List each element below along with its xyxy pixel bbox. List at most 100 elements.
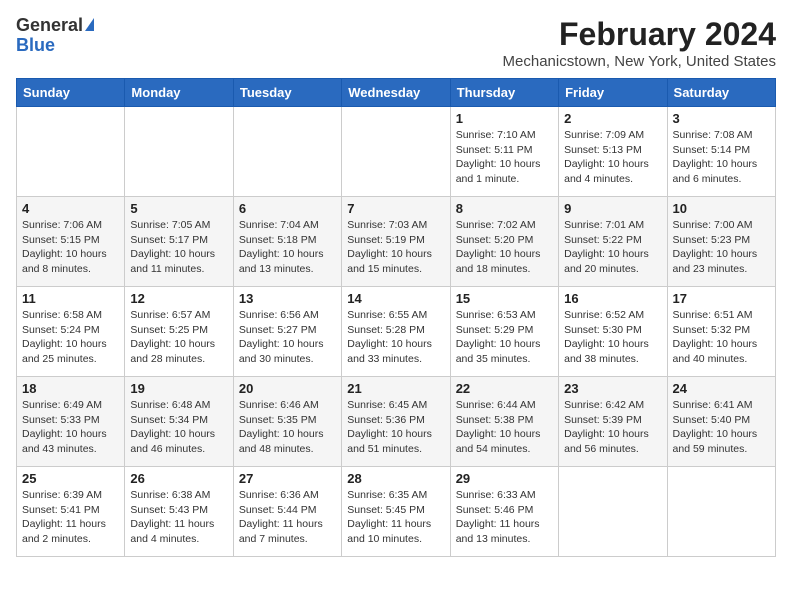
day-info: Sunrise: 6:41 AMSunset: 5:40 PMDaylight:… (673, 398, 770, 457)
logo: General Blue (16, 16, 94, 56)
location-subtitle: Mechanicstown, New York, United States (503, 53, 776, 70)
calendar-cell (667, 467, 775, 557)
day-number: 17 (673, 291, 770, 306)
calendar-cell: 6Sunrise: 7:04 AMSunset: 5:18 PMDaylight… (233, 197, 341, 287)
day-number: 19 (130, 381, 227, 396)
day-number: 13 (239, 291, 336, 306)
calendar-cell: 1 Sunrise: 7:10 AMSunset: 5:11 PMDaylight… (450, 107, 558, 197)
calendar-cell: 2 Sunrise: 7:09 AMSunset: 5:13 PMDaylight… (559, 107, 667, 197)
day-number: 4 (22, 201, 119, 216)
day-number: 9 (564, 201, 661, 216)
title-area: February 2024 Mechanicstown, New York, U… (503, 16, 776, 70)
weekday-header-saturday: Saturday (667, 79, 775, 107)
day-number: 12 (130, 291, 227, 306)
day-number: 3 (673, 111, 770, 126)
day-number: 27 (239, 471, 336, 486)
week-row-2: 4 Sunrise: 7:06 AMSunset: 5:15 PMDaylight… (17, 197, 776, 287)
day-info: Sunrise: 7:05 AMSunset: 5:17 PMDaylight:… (130, 218, 227, 277)
day-info: Sunrise: 6:52 AMSunset: 5:30 PMDaylight:… (564, 308, 661, 367)
calendar-cell: 16 Sunrise: 6:52 AMSunset: 5:30 PMDayligh… (559, 287, 667, 377)
day-number: 8 (456, 201, 553, 216)
day-info: Sunrise: 7:01 AMSunset: 5:22 PMDaylight:… (564, 218, 661, 277)
page-header: General Blue February 2024 Mechanicstown… (16, 16, 776, 70)
day-info: Sunrise: 7:09 AMSunset: 5:13 PMDaylight:… (564, 128, 661, 187)
calendar-cell: 23 Sunrise: 6:42 AMSunset: 5:39 PMDayligh… (559, 377, 667, 467)
calendar-cell: 13 Sunrise: 6:56 AMSunset: 5:27 PMDayligh… (233, 287, 341, 377)
calendar-cell: 7 Sunrise: 7:03 AMSunset: 5:19 PMDaylight… (342, 197, 450, 287)
calendar-cell: 26Sunrise: 6:38 AMSunset: 5:43 PMDayligh… (125, 467, 233, 557)
week-row-3: 11Sunrise: 6:58 AMSunset: 5:24 PMDayligh… (17, 287, 776, 377)
calendar-cell: 19 Sunrise: 6:48 AMSunset: 5:34 PMDayligh… (125, 377, 233, 467)
calendar-cell: 12 Sunrise: 6:57 AMSunset: 5:25 PMDayligh… (125, 287, 233, 377)
day-info: Sunrise: 7:06 AMSunset: 5:15 PMDaylight:… (22, 218, 119, 277)
calendar-cell: 10 Sunrise: 7:00 AMSunset: 5:23 PMDayligh… (667, 197, 775, 287)
calendar-cell: 5Sunrise: 7:05 AMSunset: 5:17 PMDaylight… (125, 197, 233, 287)
calendar-cell: 18Sunrise: 6:49 AMSunset: 5:33 PMDayligh… (17, 377, 125, 467)
day-info: Sunrise: 6:39 AMSunset: 5:41 PMDaylight:… (22, 488, 119, 547)
day-number: 7 (347, 201, 444, 216)
calendar-cell: 15Sunrise: 6:53 AMSunset: 5:29 PMDayligh… (450, 287, 558, 377)
day-info: Sunrise: 6:33 AMSunset: 5:46 PMDaylight:… (456, 488, 553, 547)
day-info: Sunrise: 6:46 AMSunset: 5:35 PMDaylight:… (239, 398, 336, 457)
weekday-header-monday: Monday (125, 79, 233, 107)
calendar-cell: 27Sunrise: 6:36 AMSunset: 5:44 PMDayligh… (233, 467, 341, 557)
day-info: Sunrise: 6:55 AMSunset: 5:28 PMDaylight:… (347, 308, 444, 367)
main-title: February 2024 (503, 16, 776, 53)
calendar-cell: 4 Sunrise: 7:06 AMSunset: 5:15 PMDaylight… (17, 197, 125, 287)
day-number: 29 (456, 471, 553, 486)
calendar-cell (559, 467, 667, 557)
weekday-header-wednesday: Wednesday (342, 79, 450, 107)
calendar-cell: 11Sunrise: 6:58 AMSunset: 5:24 PMDayligh… (17, 287, 125, 377)
calendar-cell: 28 Sunrise: 6:35 AMSunset: 5:45 PMDayligh… (342, 467, 450, 557)
calendar-cell: 8 Sunrise: 7:02 AMSunset: 5:20 PMDaylight… (450, 197, 558, 287)
day-number: 1 (456, 111, 553, 126)
weekday-header-sunday: Sunday (17, 79, 125, 107)
day-number: 28 (347, 471, 444, 486)
day-number: 14 (347, 291, 444, 306)
day-number: 25 (22, 471, 119, 486)
day-info: Sunrise: 6:35 AMSunset: 5:45 PMDaylight:… (347, 488, 444, 547)
day-info: Sunrise: 6:51 AMSunset: 5:32 PMDaylight:… (673, 308, 770, 367)
day-info: Sunrise: 6:44 AMSunset: 5:38 PMDaylight:… (456, 398, 553, 457)
calendar-cell: 14 Sunrise: 6:55 AMSunset: 5:28 PMDayligh… (342, 287, 450, 377)
calendar-cell (125, 107, 233, 197)
day-info: Sunrise: 7:02 AMSunset: 5:20 PMDaylight:… (456, 218, 553, 277)
day-info: Sunrise: 6:38 AMSunset: 5:43 PMDaylight:… (130, 488, 227, 547)
weekday-header-thursday: Thursday (450, 79, 558, 107)
day-number: 21 (347, 381, 444, 396)
calendar-cell (233, 107, 341, 197)
week-row-5: 25 Sunrise: 6:39 AMSunset: 5:41 PMDayligh… (17, 467, 776, 557)
day-number: 15 (456, 291, 553, 306)
calendar-cell (17, 107, 125, 197)
calendar-cell: 9 Sunrise: 7:01 AMSunset: 5:22 PMDaylight… (559, 197, 667, 287)
day-number: 20 (239, 381, 336, 396)
calendar-cell: 29 Sunrise: 6:33 AMSunset: 5:46 PMDayligh… (450, 467, 558, 557)
day-info: Sunrise: 7:00 AMSunset: 5:23 PMDaylight:… (673, 218, 770, 277)
calendar-cell: 20 Sunrise: 6:46 AMSunset: 5:35 PMDayligh… (233, 377, 341, 467)
day-info: Sunrise: 7:08 AMSunset: 5:14 PMDaylight:… (673, 128, 770, 187)
logo-blue-text: Blue (16, 36, 55, 56)
day-info: Sunrise: 6:49 AMSunset: 5:33 PMDaylight:… (22, 398, 119, 457)
calendar-cell (342, 107, 450, 197)
day-info: Sunrise: 6:42 AMSunset: 5:39 PMDaylight:… (564, 398, 661, 457)
calendar-cell: 21 Sunrise: 6:45 AMSunset: 5:36 PMDayligh… (342, 377, 450, 467)
day-number: 23 (564, 381, 661, 396)
week-row-4: 18Sunrise: 6:49 AMSunset: 5:33 PMDayligh… (17, 377, 776, 467)
day-info: Sunrise: 6:48 AMSunset: 5:34 PMDaylight:… (130, 398, 227, 457)
calendar-cell: 3 Sunrise: 7:08 AMSunset: 5:14 PMDaylight… (667, 107, 775, 197)
calendar-cell: 25 Sunrise: 6:39 AMSunset: 5:41 PMDayligh… (17, 467, 125, 557)
day-info: Sunrise: 6:57 AMSunset: 5:25 PMDaylight:… (130, 308, 227, 367)
weekday-header-row: SundayMondayTuesdayWednesdayThursdayFrid… (17, 79, 776, 107)
day-number: 16 (564, 291, 661, 306)
calendar-table: SundayMondayTuesdayWednesdayThursdayFrid… (16, 78, 776, 557)
day-info: Sunrise: 6:56 AMSunset: 5:27 PMDaylight:… (239, 308, 336, 367)
day-info: Sunrise: 6:58 AMSunset: 5:24 PMDaylight:… (22, 308, 119, 367)
weekday-header-friday: Friday (559, 79, 667, 107)
calendar-cell: 24Sunrise: 6:41 AMSunset: 5:40 PMDayligh… (667, 377, 775, 467)
day-info: Sunrise: 7:03 AMSunset: 5:19 PMDaylight:… (347, 218, 444, 277)
day-info: Sunrise: 7:10 AMSunset: 5:11 PMDaylight:… (456, 128, 553, 187)
day-info: Sunrise: 6:45 AMSunset: 5:36 PMDaylight:… (347, 398, 444, 457)
day-number: 10 (673, 201, 770, 216)
day-number: 2 (564, 111, 661, 126)
week-row-1: 1 Sunrise: 7:10 AMSunset: 5:11 PMDaylight… (17, 107, 776, 197)
